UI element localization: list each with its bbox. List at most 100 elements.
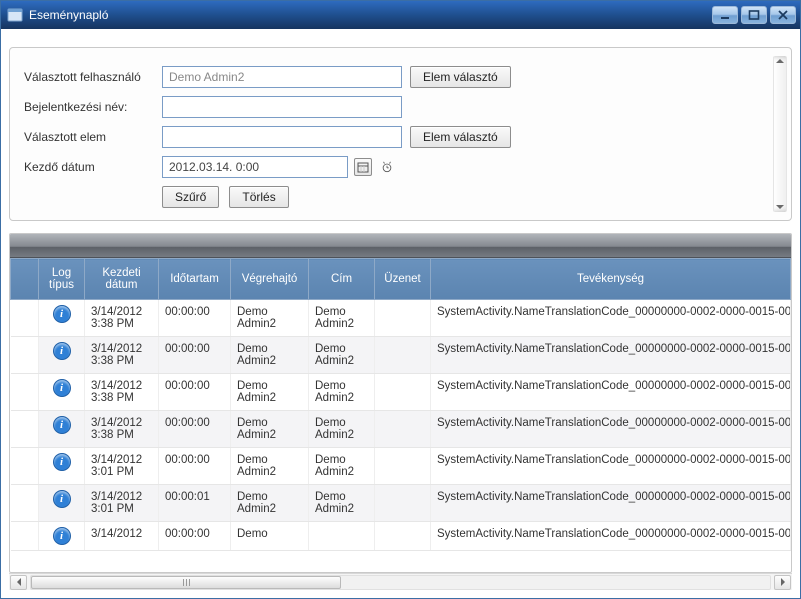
executor-cell: Demo Admin2 <box>231 300 309 337</box>
clock-icon[interactable] <box>378 158 396 176</box>
duration-cell: 00:00:00 <box>159 448 231 485</box>
info-icon: i <box>54 380 70 396</box>
table-row[interactable]: i3/14/2012 3:38 PM00:00:00Demo Admin2Dem… <box>11 374 791 411</box>
calendar-icon[interactable] <box>354 158 372 176</box>
date-cell: 3/14/2012 <box>85 522 159 551</box>
date-cell: 3/14/2012 3:01 PM <box>85 485 159 522</box>
login-name-field[interactable] <box>162 96 402 118</box>
date-cell: 3/14/2012 3:01 PM <box>85 448 159 485</box>
title-cell: Demo Admin2 <box>309 374 375 411</box>
grid-group-bar[interactable] <box>10 234 791 258</box>
table-row[interactable]: i3/14/201200:00:00DemoSystemActivity.Nam… <box>11 522 791 551</box>
table-row[interactable]: i3/14/2012 3:01 PM00:00:00Demo Admin2Dem… <box>11 448 791 485</box>
info-icon: i <box>54 528 70 544</box>
date-cell: 3/14/2012 3:38 PM <box>85 374 159 411</box>
log-type-cell: i <box>39 485 85 522</box>
log-type-cell: i <box>39 522 85 551</box>
title-cell: Demo Admin2 <box>309 448 375 485</box>
date-cell: 3/14/2012 3:38 PM <box>85 337 159 374</box>
title-cell <box>309 522 375 551</box>
chosen-item-field[interactable] <box>162 126 402 148</box>
message-cell <box>375 300 431 337</box>
message-cell <box>375 485 431 522</box>
activity-cell: SystemActivity.NameTranslationCode_00000… <box>431 300 791 337</box>
titlebar: Eseménynapló <box>1 1 800 29</box>
col-header-executor[interactable]: Végrehajtó <box>231 259 309 300</box>
horizontal-scrollbar[interactable] <box>9 573 792 590</box>
info-icon: i <box>54 454 70 470</box>
info-icon: i <box>54 417 70 433</box>
scroll-left-button[interactable] <box>10 575 27 590</box>
user-picker-button[interactable]: Elem választó <box>410 66 511 88</box>
row-selector-header <box>11 259 39 300</box>
message-cell <box>375 374 431 411</box>
duration-cell: 00:00:00 <box>159 337 231 374</box>
duration-cell: 00:00:00 <box>159 522 231 551</box>
executor-cell: Demo Admin2 <box>231 374 309 411</box>
duration-cell: 00:00:00 <box>159 374 231 411</box>
activity-cell: SystemActivity.NameTranslationCode_00000… <box>431 485 791 522</box>
log-type-cell: i <box>39 374 85 411</box>
scroll-track[interactable] <box>30 575 771 590</box>
grid-header-row: Log típus Kezdeti dátum Időtartam Végreh… <box>11 259 791 300</box>
message-cell <box>375 337 431 374</box>
col-header-message[interactable]: Üzenet <box>375 259 431 300</box>
row-selector[interactable] <box>11 411 39 448</box>
table-row[interactable]: i3/14/2012 3:38 PM00:00:00Demo Admin2Dem… <box>11 300 791 337</box>
client-area: Választott felhasználó Elem választó Bej… <box>1 29 800 598</box>
title-cell: Demo Admin2 <box>309 485 375 522</box>
row-selector[interactable] <box>11 485 39 522</box>
table-row[interactable]: i3/14/2012 3:01 PM00:00:01Demo Admin2Dem… <box>11 485 791 522</box>
scroll-thumb[interactable] <box>31 576 341 589</box>
executor-cell: Demo Admin2 <box>231 485 309 522</box>
clear-button[interactable]: Törlés <box>229 186 288 208</box>
start-date-field[interactable] <box>162 156 348 178</box>
activity-cell: SystemActivity.NameTranslationCode_00000… <box>431 522 791 551</box>
panel-scrollbar[interactable] <box>773 56 787 212</box>
message-cell <box>375 448 431 485</box>
activity-cell: SystemActivity.NameTranslationCode_00000… <box>431 411 791 448</box>
title-cell: Demo Admin2 <box>309 300 375 337</box>
chosen-user-label: Választott felhasználó <box>24 70 154 84</box>
grid-body[interactable]: Log típus Kezdeti dátum Időtartam Végreh… <box>10 258 791 572</box>
row-selector[interactable] <box>11 448 39 485</box>
filter-button[interactable]: Szűrő <box>162 186 219 208</box>
activity-cell: SystemActivity.NameTranslationCode_00000… <box>431 337 791 374</box>
title-cell: Demo Admin2 <box>309 411 375 448</box>
info-icon: i <box>54 306 70 322</box>
log-type-cell: i <box>39 448 85 485</box>
login-name-label: Bejelentkezési név: <box>24 100 154 114</box>
log-type-cell: i <box>39 411 85 448</box>
col-header-log[interactable]: Log típus <box>39 259 85 300</box>
item-picker-button[interactable]: Elem választó <box>410 126 511 148</box>
minimize-button[interactable] <box>712 6 738 24</box>
info-icon: i <box>54 343 70 359</box>
scroll-right-button[interactable] <box>774 575 791 590</box>
row-selector[interactable] <box>11 300 39 337</box>
executor-cell: Demo Admin2 <box>231 411 309 448</box>
window-title: Eseménynapló <box>29 8 712 22</box>
table-row[interactable]: i3/14/2012 3:38 PM00:00:00Demo Admin2Dem… <box>11 337 791 374</box>
col-header-title[interactable]: Cím <box>309 259 375 300</box>
row-selector[interactable] <box>11 374 39 411</box>
row-selector[interactable] <box>11 337 39 374</box>
message-cell <box>375 522 431 551</box>
maximize-button[interactable] <box>741 6 767 24</box>
event-grid: Log típus Kezdeti dátum Időtartam Végreh… <box>9 233 792 573</box>
activity-cell: SystemActivity.NameTranslationCode_00000… <box>431 374 791 411</box>
executor-cell: Demo Admin2 <box>231 337 309 374</box>
row-selector[interactable] <box>11 522 39 551</box>
date-cell: 3/14/2012 3:38 PM <box>85 300 159 337</box>
table-row[interactable]: i3/14/2012 3:38 PM00:00:00Demo Admin2Dem… <box>11 411 791 448</box>
chosen-user-field[interactable] <box>162 66 402 88</box>
filter-panel: Választott felhasználó Elem választó Bej… <box>9 47 792 221</box>
duration-cell: 00:00:00 <box>159 411 231 448</box>
close-button[interactable] <box>770 6 796 24</box>
col-header-date[interactable]: Kezdeti dátum <box>85 259 159 300</box>
duration-cell: 00:00:00 <box>159 300 231 337</box>
col-header-duration[interactable]: Időtartam <box>159 259 231 300</box>
executor-cell: Demo Admin2 <box>231 448 309 485</box>
col-header-activity[interactable]: Tevékenység <box>431 259 791 300</box>
activity-cell: SystemActivity.NameTranslationCode_00000… <box>431 448 791 485</box>
app-icon <box>7 7 23 23</box>
